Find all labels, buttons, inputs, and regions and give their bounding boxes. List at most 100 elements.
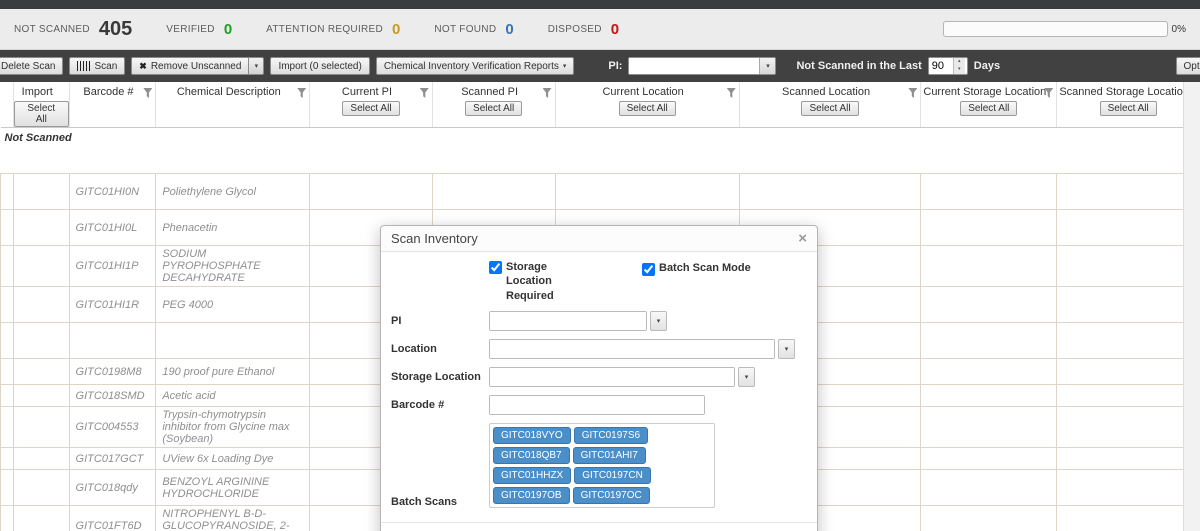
reports-label: Chemical Inventory Verification Reports <box>384 61 559 72</box>
description-cell: BENZOYL ARGININE HYDROCHLORIDE <box>156 470 310 506</box>
column-label: Scanned PI <box>433 86 555 98</box>
location-select-input[interactable] <box>490 340 774 358</box>
storage-location-field-row: Storage Location ▾ <box>391 367 807 387</box>
description-cell: Phenacetin <box>156 210 310 246</box>
options-label: Options <box>1184 61 1200 72</box>
batch-scan-mode-checkbox[interactable] <box>642 263 655 276</box>
pi-filter-dropdown-button[interactable]: ▾ <box>759 58 775 74</box>
column-label: Current Storage Location <box>921 86 1056 98</box>
close-icon[interactable]: × <box>798 231 807 246</box>
column-label: Chemical Description <box>156 86 309 98</box>
batch-scans-list: GITC018VYO GITC0197S6 GITC018QB7 GITC01A… <box>489 423 715 508</box>
pi-filter-input[interactable] <box>629 58 759 74</box>
modal-body: Storage Location Required Batch Scan Mod… <box>381 252 817 522</box>
select-all-scanned-location-button[interactable]: Select All <box>801 101 858 116</box>
row-gutter-header <box>1 82 14 128</box>
days-stepper: ▴ ▾ <box>928 57 968 75</box>
barcode-input[interactable] <box>490 396 704 414</box>
scan-inventory-modal: Scan Inventory × Storage Location Requir… <box>380 225 818 531</box>
grid-header-row: Import Select All Barcode # Chemical Des… <box>1 82 1200 128</box>
app-root: NOT SCANNED 405 VERIFIED 0 ATTENTION REQ… <box>0 0 1200 531</box>
storage-location-dropdown-button[interactable]: ▾ <box>738 367 755 387</box>
pi-dropdown-button[interactable]: ▾ <box>650 311 667 331</box>
batch-scan-tag: GITC0197CN <box>574 467 651 484</box>
days-spinner: ▴ ▾ <box>953 58 965 74</box>
column-label: Current Location <box>556 86 739 98</box>
select-all-scanned-pi-button[interactable]: Select All <box>465 101 522 116</box>
import-selected-button[interactable]: Import (0 selected) <box>270 57 369 75</box>
table-row: GITC01HI0N Poliethylene Glycol <box>1 174 1200 210</box>
remove-unscanned-dropdown-button[interactable]: ▾ <box>249 57 264 75</box>
column-scanned-storage-location: Scanned Storage Location Select All <box>1057 82 1200 128</box>
batch-scan-tag: GITC018VYO <box>493 427 571 444</box>
barcode-cell: GITC01HI1P <box>69 246 156 287</box>
chevron-down-icon: ▾ <box>255 63 259 70</box>
modal-header: Scan Inventory × <box>381 226 817 252</box>
select-all-current-storage-button[interactable]: Select All <box>960 101 1017 116</box>
select-all-scanned-storage-button[interactable]: Select All <box>1100 101 1157 116</box>
description-cell: 190 proof pure Ethanol <box>156 359 310 385</box>
batch-scan-tag: GITC0197OB <box>493 487 570 504</box>
storage-location-required-checkbox[interactable] <box>489 261 502 274</box>
column-label: Scanned Storage Location <box>1057 86 1199 98</box>
chevron-down-icon: ▾ <box>745 373 749 381</box>
storage-location-required-option[interactable]: Storage Location Required <box>489 260 592 303</box>
verification-reports-button[interactable]: Chemical Inventory Verification Reports … <box>376 57 575 75</box>
batch-scan-mode-option[interactable]: Batch Scan Mode <box>642 262 751 303</box>
stat-value: 0 <box>611 21 619 38</box>
select-all-current-location-button[interactable]: Select All <box>619 101 676 116</box>
stat-value: 405 <box>99 18 132 41</box>
batch-scan-mode-label: Batch Scan Mode <box>659 262 751 274</box>
pi-filter-combobox: ▾ <box>628 57 776 75</box>
options-button[interactable]: Options <box>1176 57 1200 75</box>
batch-scans-row: Batch Scans GITC018VYO GITC0197S6 GITC01… <box>391 423 807 508</box>
scan-progress: 0% <box>943 21 1186 37</box>
chevron-down-icon: ▾ <box>563 63 567 70</box>
column-label: Barcode # <box>70 86 156 98</box>
stat-value: 0 <box>392 21 400 38</box>
vertical-scrollbar[interactable] <box>1183 82 1200 531</box>
pi-filter-label: PI: <box>608 60 622 72</box>
top-strip <box>0 0 1200 9</box>
barcode-cell: GITC018qdy <box>69 470 156 506</box>
column-label: Import <box>14 86 69 98</box>
toolbar: Delete Scan Scan ✖ Remove Unscanned ▾ Im… <box>0 50 1200 82</box>
stats-bar: NOT SCANNED 405 VERIFIED 0 ATTENTION REQ… <box>0 9 1200 50</box>
barcode-cell: GITC01HI0L <box>69 210 156 246</box>
column-current-storage-location: Current Storage Location Select All <box>921 82 1057 128</box>
barcode-cell: GITC0198M8 <box>69 359 156 385</box>
days-input[interactable] <box>929 58 953 74</box>
column-current-location: Current Location Select All <box>555 82 739 128</box>
pi-select-input[interactable] <box>490 312 646 330</box>
stat-not-scanned: NOT SCANNED 405 <box>14 18 132 41</box>
scan-progress-percent: 0% <box>1172 24 1186 35</box>
pi-combobox <box>489 311 647 331</box>
stat-label: NOT SCANNED <box>14 24 90 35</box>
modal-footer: Close Submit Batch Scans <box>381 522 817 531</box>
scan-button[interactable]: Scan <box>69 57 125 75</box>
remove-unscanned-button[interactable]: ✖ Remove Unscanned <box>131 57 249 75</box>
storage-location-combobox <box>489 367 735 387</box>
barcode-input-box <box>489 395 705 415</box>
days-label: Days <box>974 60 1000 72</box>
column-current-pi: Current PI Select All <box>310 82 433 128</box>
location-label: Location <box>391 343 489 355</box>
spinner-up-icon[interactable]: ▴ <box>954 58 965 66</box>
stat-not-found: NOT FOUND 0 <box>434 21 513 38</box>
barcode-cell: GITC018SMD <box>69 385 156 407</box>
location-dropdown-button[interactable]: ▾ <box>778 339 795 359</box>
checkbox-row: Storage Location Required Batch Scan Mod… <box>489 260 807 303</box>
column-label: Scanned Location <box>740 86 921 98</box>
pi-label: PI <box>391 315 489 327</box>
chevron-down-icon: ▾ <box>785 345 789 353</box>
storage-location-select-input[interactable] <box>490 368 734 386</box>
barcode-cell: GITC01HI1R <box>69 287 156 323</box>
select-all-current-pi-button[interactable]: Select All <box>342 101 399 116</box>
delete-scan-button[interactable]: Delete Scan <box>0 57 63 75</box>
select-all-import-button[interactable]: Select All <box>14 101 69 127</box>
scan-label: Scan <box>94 61 117 72</box>
spinner-down-icon[interactable]: ▾ <box>954 66 965 74</box>
stat-attention-required: ATTENTION REQUIRED 0 <box>266 21 400 38</box>
stat-disposed: DISPOSED 0 <box>548 21 619 38</box>
group-header-row: Not Scanned <box>1 128 1200 148</box>
